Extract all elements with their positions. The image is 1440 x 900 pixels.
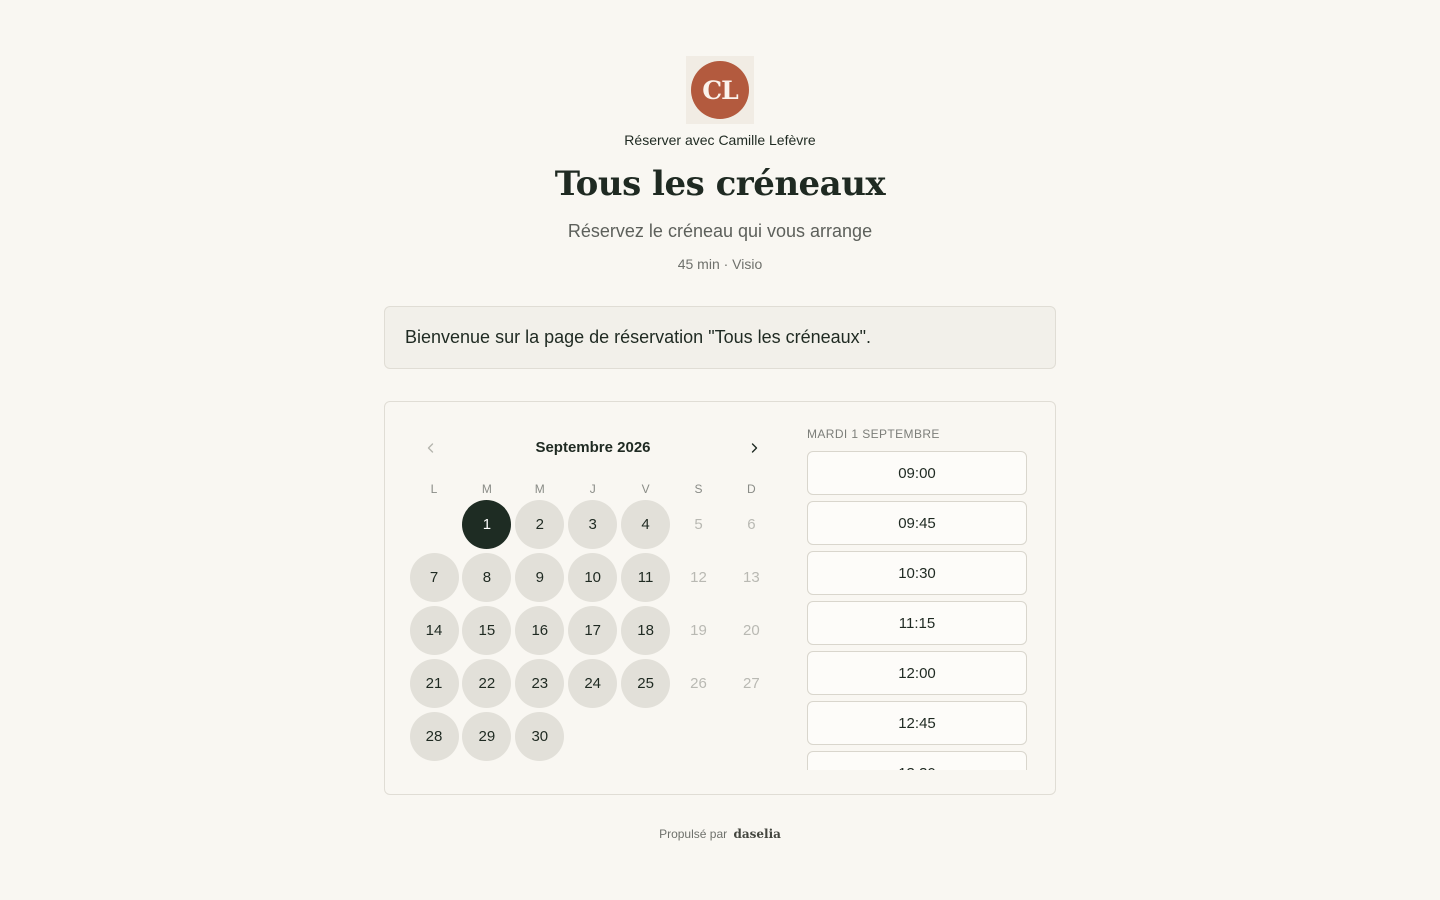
calendar-day: 19: [690, 621, 707, 639]
calendar-day: 6: [747, 516, 756, 533]
weekday-header: LMMJVSD: [409, 482, 777, 498]
calendar-day[interactable]: 2: [515, 500, 565, 549]
calendar-day-selected[interactable]: 1: [462, 500, 512, 549]
time-slot-button[interactable]: 12:00: [807, 651, 1027, 695]
welcome-text: Bienvenue sur la page de réservation "To…: [405, 327, 872, 347]
time-slot-button[interactable]: 10:30: [807, 551, 1027, 595]
time-slot-button[interactable]: 09:45: [807, 501, 1027, 545]
page-title: Tous les créneaux: [554, 164, 886, 204]
weekday-label: D: [747, 482, 756, 496]
weekday-label: V: [641, 482, 650, 496]
calendar-day: 5: [694, 516, 703, 533]
calendar-day[interactable]: 25: [621, 658, 671, 708]
weekday-label: L: [430, 482, 438, 496]
calendar-day[interactable]: 15: [462, 605, 512, 655]
footer: Propulsé par daselia: [0, 827, 1440, 841]
month-label: Septembre 2026: [535, 439, 651, 456]
calendar-day[interactable]: 3: [568, 500, 618, 549]
calendar-day[interactable]: 9: [515, 552, 565, 602]
calendar-day[interactable]: 4: [621, 500, 671, 549]
calendar-day[interactable]: 17: [568, 605, 618, 655]
powered-by-text: Propulsé par: [659, 827, 728, 841]
calendar-day[interactable]: 8: [462, 552, 512, 602]
chevron-right-icon: [751, 443, 758, 453]
calendar-day[interactable]: 21: [409, 658, 459, 708]
calendar-day[interactable]: 24: [568, 658, 618, 708]
calendar-day[interactable]: 22: [462, 658, 512, 708]
host-line: Réserver avec Camille Lefèvre: [624, 132, 816, 148]
event-meta: 45 min · Visio: [677, 256, 763, 272]
time-slot-button[interactable]: 09:00: [807, 451, 1027, 495]
calendar-day[interactable]: 18: [621, 605, 671, 655]
calendar-day: 26: [690, 674, 707, 692]
calendar-day[interactable]: 11: [621, 552, 671, 602]
avatar: CL: [691, 61, 749, 119]
calendar-day[interactable]: 29: [462, 711, 512, 761]
time-slot-button[interactable]: 11:15: [807, 601, 1027, 645]
weekday-label: S: [694, 482, 703, 496]
brand-logo[interactable]: daselia: [733, 827, 780, 841]
host-avatar-frame: CL: [686, 56, 754, 124]
calendar-day: 20: [743, 621, 760, 639]
time-slot-button[interactable]: 12:45: [807, 701, 1027, 745]
time-slot-button[interactable]: 13:30: [807, 751, 1027, 770]
page-subtitle: Réservez le créneau qui vous arrange: [567, 221, 873, 241]
selected-date-label: MARDI 1 SEPTEMBRE: [807, 427, 940, 441]
calendar-day: 12: [690, 568, 707, 586]
weekday-label: M: [534, 482, 545, 496]
calendar-day[interactable]: 28: [409, 711, 459, 761]
calendar-day: 27: [743, 674, 760, 692]
weekday-label: M: [481, 482, 492, 496]
calendar-grid: 1 2 3 4 5 6 7 8 9 10 11 12 13 14 15 16 17 18 19 20 21 22 23 24 2…: [409, 498, 777, 764]
calendar-day: 13: [743, 568, 760, 586]
weekday-label: J: [589, 482, 596, 496]
calendar-day[interactable]: 23: [515, 658, 565, 708]
calendar-day[interactable]: 30: [515, 711, 565, 761]
calendar-day[interactable]: 7: [409, 552, 459, 602]
calendar-day[interactable]: 10: [568, 552, 618, 602]
calendar-day[interactable]: 16: [515, 605, 565, 655]
welcome-banner: Bienvenue sur la page de réservation "To…: [384, 306, 1056, 369]
booking-panel: Septembre 2026 LMMJVSD 1 2 3 4 5 6 7 8 9 10 11 12 13…: [384, 401, 1056, 795]
next-month-button[interactable]: [742, 436, 766, 460]
time-slot-list[interactable]: 09:00 09:45 10:30 11:15 12:00 12:45 13:30: [807, 450, 1028, 770]
calendar-day[interactable]: 14: [409, 605, 459, 655]
